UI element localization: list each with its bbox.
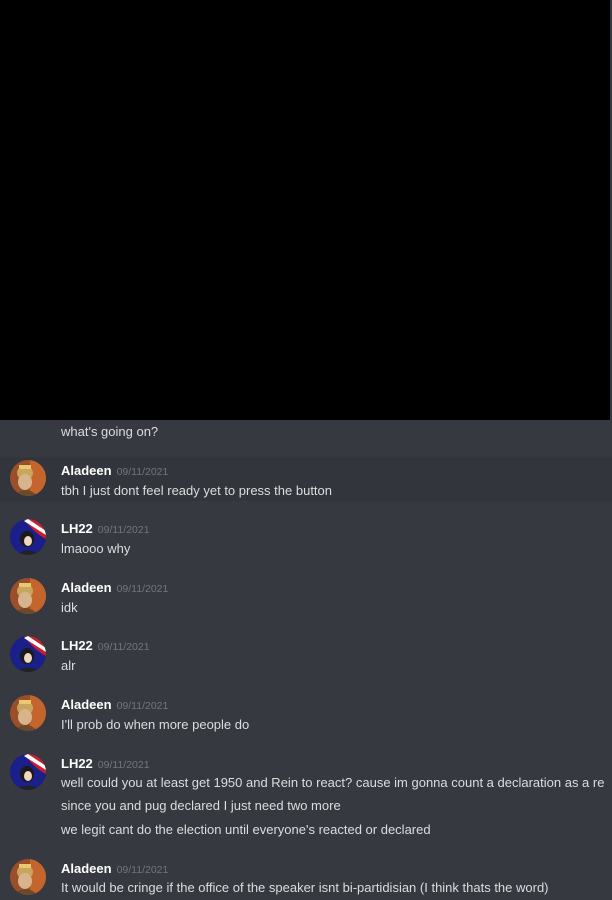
timestamp: 09/11/2021 [116, 583, 169, 595]
timestamp: 09/11/2021 [97, 759, 150, 771]
username[interactable]: LH22 [61, 638, 93, 653]
king-portrait-avatar[interactable] [10, 578, 46, 614]
message-text: idk [61, 600, 78, 615]
timestamp: 09/11/2021 [116, 700, 169, 712]
chat-message-list[interactable]: what's going on? Aladeen 09/11/2021 tbh I… [0, 420, 612, 900]
message-header: LH22 09/11/2021 [61, 637, 150, 655]
timestamp: 09/11/2021 [116, 864, 169, 876]
timestamp: 09/11/2021 [97, 524, 150, 536]
username[interactable]: Aladeen [61, 697, 112, 712]
message-text: since you and pug declared I just need t… [61, 798, 341, 813]
message-text: we legit cant do the election until ever… [61, 822, 431, 837]
username[interactable]: LH22 [61, 756, 93, 771]
message-header: Aladeen 09/11/2021 [61, 462, 168, 480]
message-text: lmaooo why [61, 541, 131, 556]
message-text: I'll prob do when more people do [61, 717, 250, 732]
message-header: Aladeen 09/11/2021 [61, 579, 168, 597]
message-header: LH22 09/11/2021 [61, 755, 150, 773]
message-text: well could you at least get 1950 and Rei… [61, 775, 605, 790]
message-header: LH22 09/11/2021 [61, 520, 150, 538]
username[interactable]: Aladeen [61, 463, 112, 478]
flag-portrait-avatar[interactable] [10, 519, 46, 555]
username[interactable]: LH22 [61, 521, 93, 536]
message-header: Aladeen 09/11/2021 [61, 860, 168, 878]
king-portrait-avatar[interactable] [10, 695, 46, 731]
king-portrait-avatar[interactable] [10, 859, 46, 895]
timestamp: 09/11/2021 [116, 466, 169, 478]
username[interactable]: Aladeen [61, 580, 112, 595]
username[interactable]: Aladeen [61, 861, 112, 876]
king-portrait-avatar[interactable] [10, 460, 46, 496]
message-text: alr [61, 658, 76, 673]
blacked-out-region [0, 0, 610, 420]
message-continuation: what's going on? [61, 424, 159, 439]
flag-portrait-avatar[interactable] [10, 754, 46, 790]
message-text: It would be cringe if the office of the … [61, 880, 549, 895]
timestamp: 09/11/2021 [97, 641, 150, 653]
message-text: tbh I just dont feel ready yet to press … [61, 483, 333, 498]
flag-portrait-avatar[interactable] [10, 636, 46, 672]
message-header: Aladeen 09/11/2021 [61, 696, 168, 714]
